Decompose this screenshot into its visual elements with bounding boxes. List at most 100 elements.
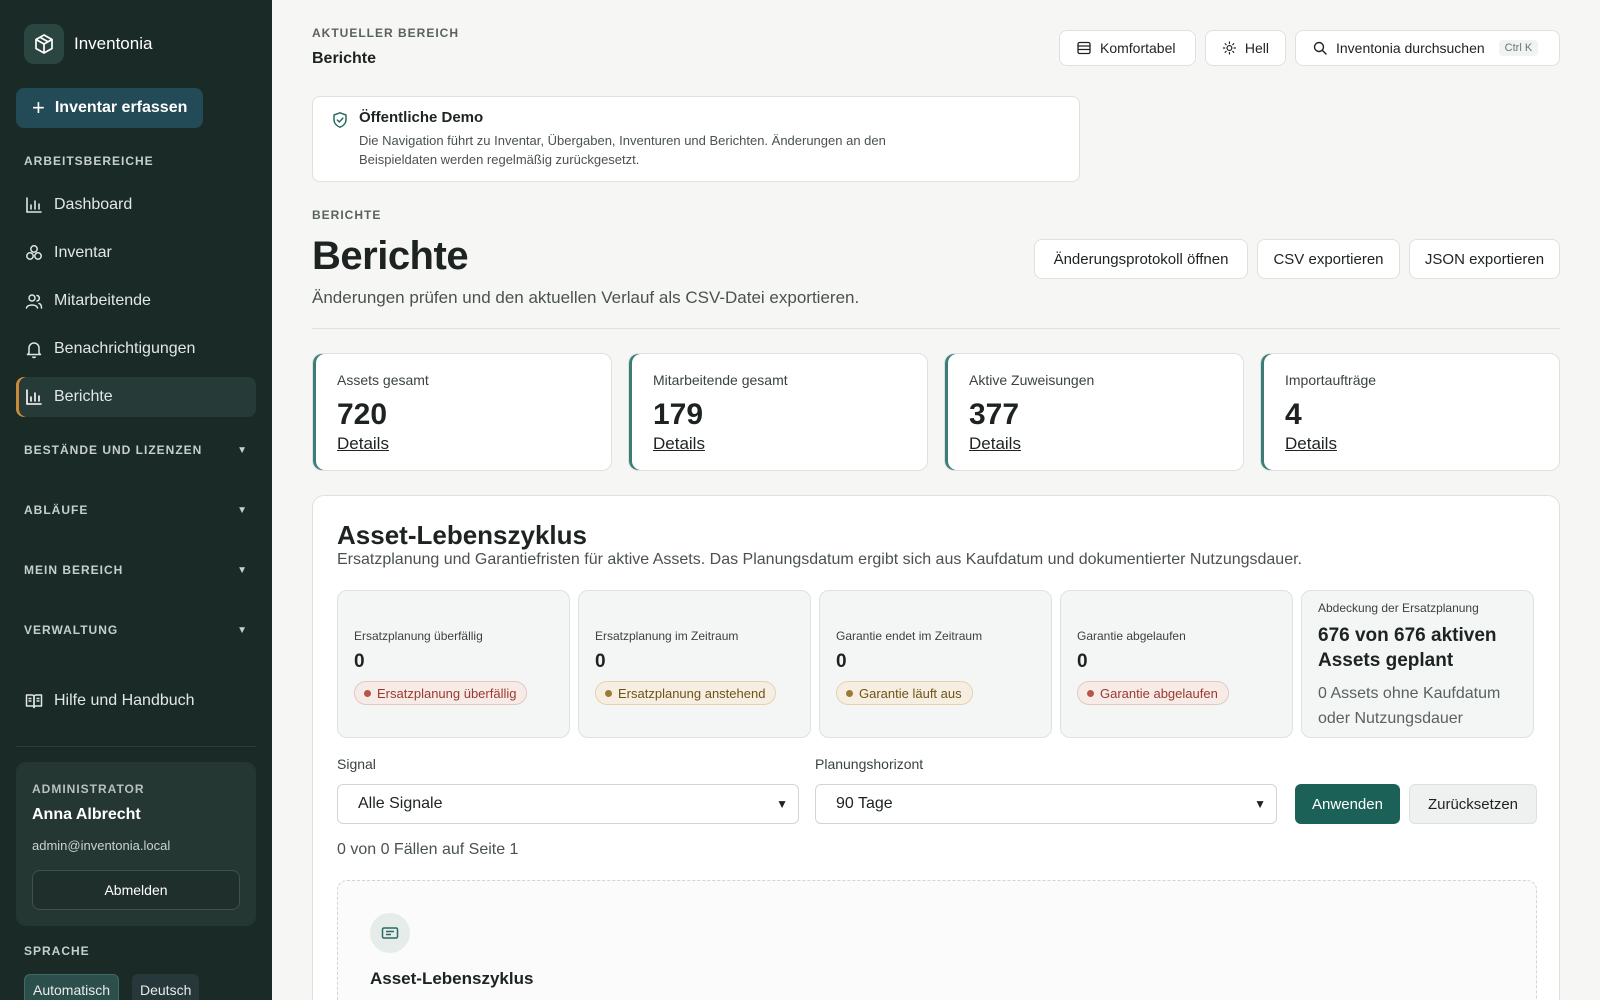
open-changelog-button[interactable]: Änderungsprotokoll öffnen — [1034, 239, 1248, 279]
header-divider — [312, 328, 1560, 329]
sun-icon — [1222, 41, 1237, 55]
sidebar-item-inventar[interactable]: Inventar — [16, 233, 256, 273]
sidebar-item-benachrichtigungen[interactable]: Benachrichtigungen — [16, 329, 256, 369]
status-badge: Ersatzplanung anstehend — [595, 681, 777, 705]
kpi-value: 0 — [836, 651, 847, 672]
book-icon — [25, 694, 43, 709]
chevron-down-icon: ▼ — [776, 797, 788, 811]
stat-value: 720 — [337, 398, 388, 431]
kpi-replacement-coverage: Abdeckung der Ersatzplanung 676 von 676 … — [1301, 590, 1534, 738]
coverage-note: 0 Assets ohne Kaufdatum oder Nutzungsdau… — [1318, 685, 1501, 727]
kpi-replacement-in-period: Ersatzplanung im Zeitraum 0 Ersatzplanun… — [578, 590, 811, 738]
signal-label: Signal — [337, 756, 376, 772]
kpi-warranty-ending: Garantie endet im Zeitraum 0 Garantie lä… — [819, 590, 1052, 738]
group-verwaltung[interactable]: VERWALTUNG ▼ — [24, 623, 248, 637]
search-shortcut: Ctrl K — [1498, 40, 1539, 56]
group-bestaende-und-lizenzen[interactable]: BESTÄNDE UND LIZENZEN ▼ — [24, 443, 248, 457]
plus-icon: + — [32, 95, 45, 120]
workspaces-heading: ARBEITSBEREICHE — [24, 154, 154, 168]
group-label: BESTÄNDE UND LIZENZEN — [24, 443, 203, 457]
bell-icon — [26, 342, 42, 359]
result-count: 0 von 0 Fällen auf Seite 1 — [337, 841, 519, 858]
sidebar-item-label: Hilfe und Handbuch — [54, 692, 195, 709]
demo-notice-text: Die Navigation führt zu Inventar, Überga… — [359, 133, 886, 167]
group-label: MEIN BEREICH — [24, 563, 124, 577]
stat-card-assets: Assets gesamt 720 Details — [312, 353, 612, 471]
page-eyebrow: BERICHTE — [312, 208, 382, 222]
group-mein-bereich[interactable]: MEIN BEREICH ▼ — [24, 563, 248, 577]
bar-chart-icon — [26, 389, 42, 405]
export-json-button[interactable]: JSON exportieren — [1409, 239, 1560, 279]
page-title: Berichte — [312, 234, 469, 278]
reset-button[interactable]: Zurücksetzen — [1409, 784, 1537, 824]
sidebar-item-label: Dashboard — [54, 196, 133, 213]
chevron-down-icon: ▼ — [237, 624, 248, 636]
horizon-select[interactable]: 90 Tage ▼ — [815, 784, 1277, 824]
lifecycle-subtitle: Ersatzplanung und Garantiefristen für ak… — [337, 551, 1302, 568]
stat-details-link[interactable]: Details — [969, 434, 1021, 454]
shield-check-icon — [333, 112, 347, 128]
table-icon — [1077, 41, 1091, 55]
kpi-warranty-expired: Garantie abgelaufen 0 Garantie abgelaufe… — [1060, 590, 1293, 738]
search-button[interactable]: Inventonia durchsuchen Ctrl K — [1295, 30, 1560, 66]
kpi-label: Garantie abgelaufen — [1077, 629, 1186, 643]
user-role: ADMINISTRATOR — [32, 782, 145, 796]
stat-value: 179 — [653, 398, 704, 431]
kpi-replacement-overdue: Ersatzplanung überfällig 0 Ersatzplanung… — [337, 590, 570, 738]
user-email: admin@inventonia.local — [32, 838, 171, 853]
empty-state-icon — [370, 913, 410, 953]
add-inventory-button[interactable]: + Inventar erfassen — [16, 88, 204, 128]
bar-chart-icon — [26, 197, 42, 213]
kpi-label: Ersatzplanung überfällig — [354, 629, 483, 643]
export-csv-button[interactable]: CSV exportieren — [1257, 239, 1400, 279]
sidebar: Inventonia + Inventar erfassen ARBEITSBE… — [0, 0, 272, 1000]
lifecycle-title: Asset-Lebenszyklus — [337, 520, 587, 550]
kpi-label: Ersatzplanung im Zeitraum — [595, 629, 739, 643]
sidebar-item-label: Berichte — [54, 388, 113, 405]
sidebar-item-help[interactable]: Hilfe und Handbuch — [16, 681, 256, 721]
logout-button[interactable]: Abmelden — [32, 870, 240, 910]
stat-value: 4 — [1285, 398, 1302, 431]
current-area: Berichte — [312, 50, 377, 67]
chevron-down-icon: ▼ — [1254, 797, 1266, 811]
coverage-label: Abdeckung der Ersatzplanung — [1318, 601, 1479, 615]
current-area-label: AKTUELLER BEREICH — [312, 26, 460, 40]
empty-state-title: Asset-Lebenszyklus — [370, 969, 534, 988]
status-badge: Garantie abgelaufen — [1077, 681, 1229, 705]
stat-details-link[interactable]: Details — [337, 434, 389, 454]
kpi-value: 0 — [595, 651, 606, 672]
empty-state: Asset-Lebenszyklus — [337, 880, 1537, 1000]
sidebar-item-berichte[interactable]: Berichte — [16, 377, 256, 417]
apply-button[interactable]: Anwenden — [1295, 784, 1400, 824]
sidebar-item-mitarbeitende[interactable]: Mitarbeitende — [16, 281, 256, 321]
sidebar-item-label: Mitarbeitende — [54, 292, 151, 309]
user-name: Anna Albrecht — [32, 806, 141, 823]
brand[interactable]: Inventonia — [24, 24, 152, 64]
stat-details-link[interactable]: Details — [1285, 434, 1337, 454]
boxes-icon — [26, 245, 42, 260]
user-card: ADMINISTRATOR Anna Albrecht admin@invent… — [16, 762, 256, 926]
signal-select[interactable]: Alle Signale ▼ — [337, 784, 799, 824]
density-button[interactable]: Komfortabel — [1059, 30, 1196, 66]
theme-button[interactable]: Hell — [1205, 30, 1286, 66]
language-option-automatic[interactable]: Automatisch — [24, 974, 120, 1000]
stat-details-link[interactable]: Details — [653, 434, 705, 454]
search-icon — [1313, 41, 1327, 55]
coverage-value: 676 von 676 aktiven Assets geplant — [1318, 625, 1497, 671]
app-name: Inventonia — [74, 34, 153, 53]
group-ablaeufe[interactable]: ABLÄUFE ▼ — [24, 503, 248, 517]
language-option-deutsch[interactable]: Deutsch — [132, 974, 200, 1000]
chevron-down-icon: ▼ — [237, 564, 248, 576]
chevron-down-icon: ▼ — [237, 504, 248, 516]
package-icon — [24, 24, 64, 64]
stat-label: Mitarbeitende gesamt — [653, 372, 788, 388]
group-label: ABLÄUFE — [24, 503, 89, 517]
sidebar-item-label: Inventar — [54, 244, 112, 261]
page-subtitle: Änderungen prüfen und den aktuellen Verl… — [312, 288, 860, 307]
language-heading: SPRACHE — [24, 944, 90, 958]
users-icon — [25, 294, 43, 309]
status-badge: Ersatzplanung überfällig — [354, 681, 528, 705]
stat-card-imports: Importaufträge 4 Details — [1260, 353, 1560, 471]
sidebar-item-dashboard[interactable]: Dashboard — [16, 185, 256, 225]
kpi-label: Garantie endet im Zeitraum — [836, 629, 983, 643]
